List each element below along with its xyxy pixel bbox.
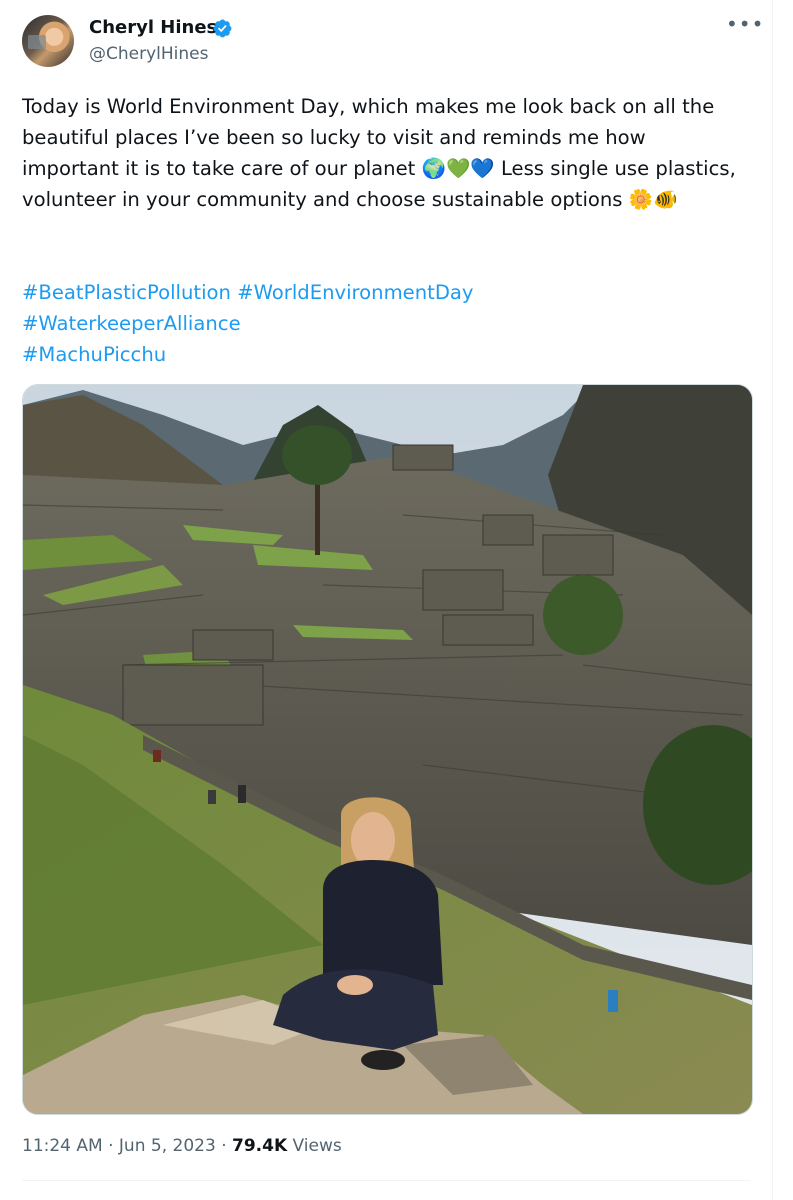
hashtag-link[interactable]: #WorldEnvironmentDay: [237, 281, 473, 304]
views-count: 79.4K: [232, 1136, 288, 1156]
divider: [22, 1180, 751, 1181]
verified-badge-icon: [213, 19, 232, 38]
tweet-text: Today is World Environment Day, which ma…: [22, 95, 743, 211]
author-handle[interactable]: @CherylHines: [89, 43, 208, 65]
separator: ·: [221, 1136, 227, 1156]
machu-picchu-photo-icon: [23, 385, 752, 1114]
author-name[interactable]: Cheryl Hines: [89, 16, 217, 40]
tweet-timestamp: 11:24 AM · Jun 5, 2023 · 79.4K Views: [22, 1134, 342, 1158]
tweet-time[interactable]: 11:24 AM: [22, 1136, 103, 1156]
more-options-icon[interactable]: •••: [726, 14, 763, 38]
tweet-photo[interactable]: [22, 384, 753, 1115]
hashtag-block: #BeatPlasticPollution #WorldEnvironmentD…: [22, 277, 744, 370]
avatar[interactable]: [22, 15, 74, 67]
views-label: Views: [292, 1136, 342, 1156]
column-border: [772, 0, 773, 1200]
hashtag-link[interactable]: #MachuPicchu: [22, 343, 166, 366]
hashtag-link[interactable]: #BeatPlasticPollution: [22, 281, 231, 304]
hashtag-link[interactable]: #WaterkeeperAlliance: [22, 312, 241, 335]
separator: ·: [108, 1136, 114, 1156]
tweet-date[interactable]: Jun 5, 2023: [119, 1136, 216, 1156]
